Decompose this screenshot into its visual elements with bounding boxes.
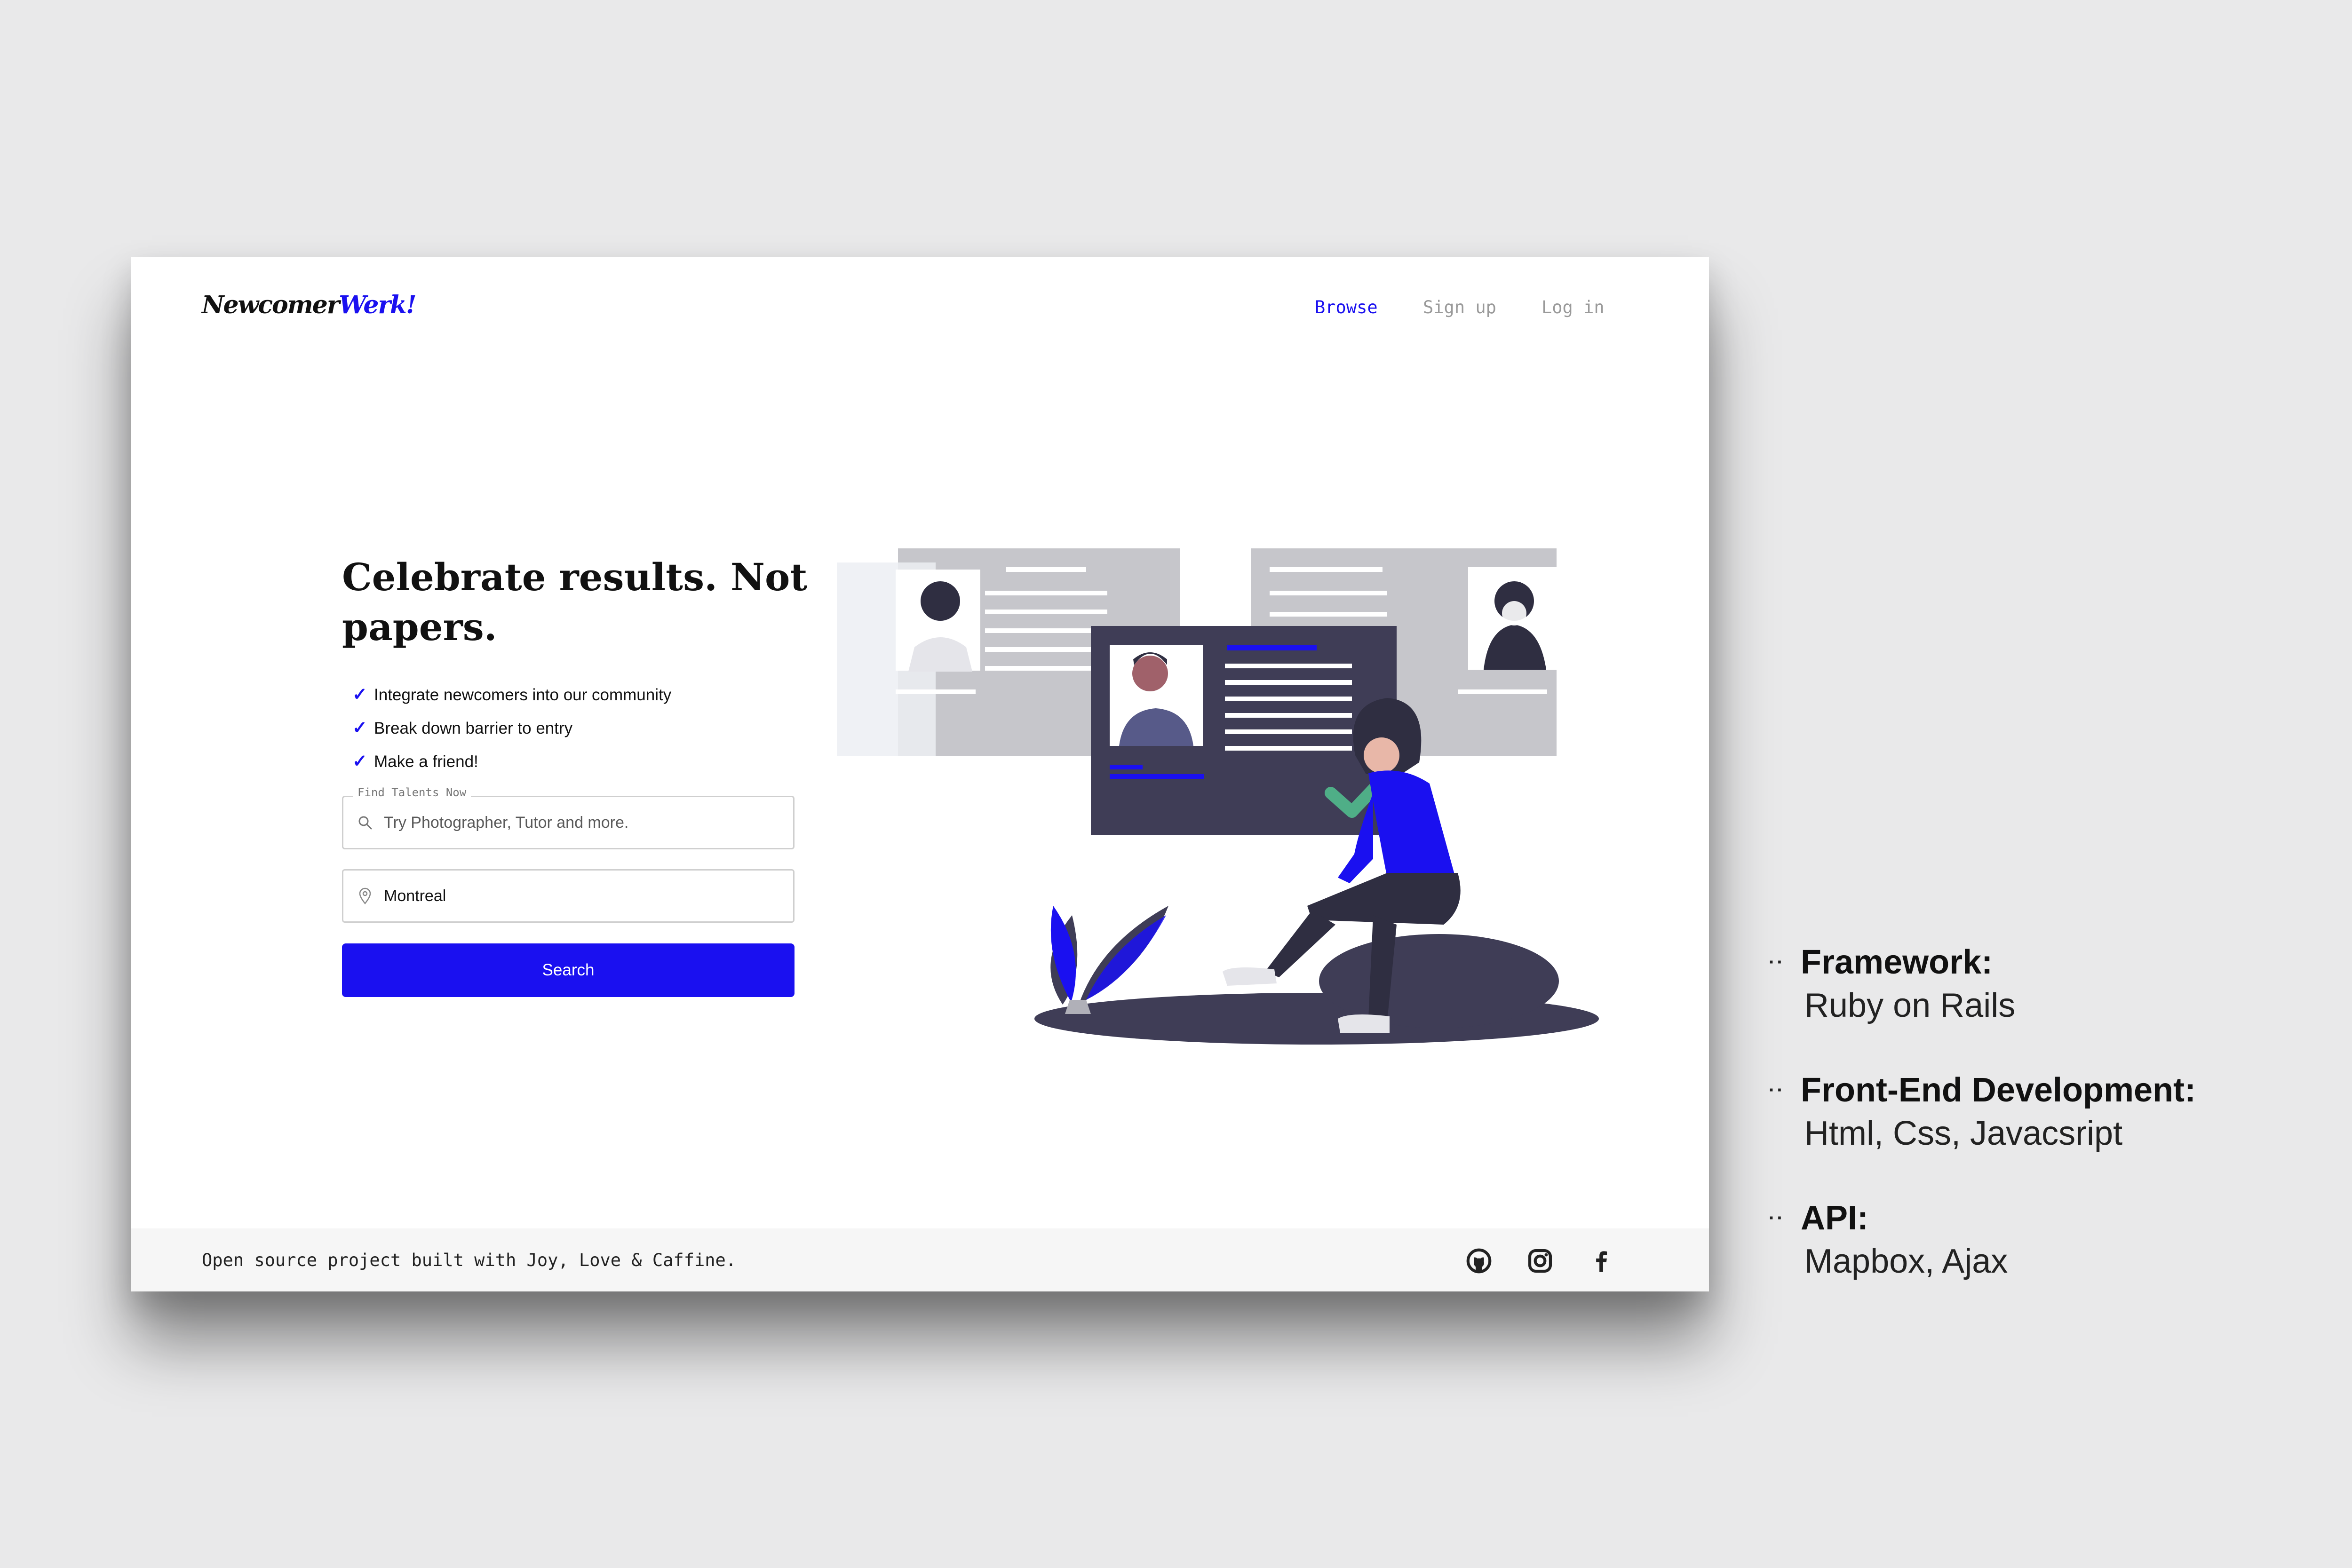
facebook-icon[interactable]: [1587, 1246, 1616, 1275]
note-value: Ruby on Rails: [1804, 987, 2016, 1024]
footer: Open source project built with Joy, Love…: [131, 1228, 1709, 1291]
feature-list: ✓ Integrate newcomers into our community …: [352, 678, 671, 778]
note-api: ·· API: Mapbox, Ajax: [1769, 1196, 2196, 1283]
note-value: Html, Css, Javacsript: [1804, 1115, 2123, 1152]
note-label: Front-End Development:: [1801, 1071, 2196, 1109]
profile-card-center: [1091, 626, 1398, 835]
beanbag: [1319, 934, 1559, 1028]
feature-item: ✓ Break down barrier to entry: [352, 712, 671, 745]
tech-notes: ·· Framework: Ruby on Rails ·· Front-End…: [1769, 941, 2196, 1324]
footer-text: Open source project built with Joy, Love…: [202, 1250, 737, 1270]
location-field: [342, 869, 795, 923]
nav-signup-link[interactable]: Sign up: [1423, 297, 1496, 317]
bullet-dots-icon: ··: [1769, 1208, 1785, 1228]
nav-login-link[interactable]: Log in: [1542, 297, 1605, 317]
feature-item: ✓ Make a friend!: [352, 745, 671, 778]
nav-browse-link[interactable]: Browse: [1315, 297, 1378, 317]
search-icon: [358, 816, 372, 830]
checkmark-icon: ✓: [352, 752, 367, 771]
hero-title: Celebrate results. Not papers.: [342, 555, 808, 649]
instagram-icon[interactable]: [1526, 1246, 1555, 1275]
talent-search-input[interactable]: [384, 797, 784, 848]
checkmark-icon: ✓: [352, 685, 367, 705]
note-value: Mapbox, Ajax: [1804, 1243, 2008, 1280]
main-nav: Browse Sign up Log in: [131, 297, 1709, 321]
bullet-dots-icon: ··: [1769, 1080, 1785, 1101]
note-framework: ·· Framework: Ruby on Rails: [1769, 941, 2196, 1027]
website-mockup: NewcomerWerk! Browse Sign up Log in Cele…: [131, 257, 1709, 1291]
feature-text: Integrate newcomers into our community: [374, 686, 672, 704]
note-front-end: ·· Front-End Development: Html, Css, Jav…: [1769, 1069, 2196, 1155]
note-label: API:: [1801, 1199, 1868, 1237]
location-pin-icon: [359, 887, 371, 905]
talent-search-field: Find Talents Now: [342, 786, 795, 849]
bullet-dots-icon: ··: [1769, 952, 1785, 973]
checkmark-icon: ✓: [352, 718, 367, 738]
search-button[interactable]: Search: [342, 943, 795, 997]
feature-text: Break down barrier to entry: [374, 719, 573, 737]
feature-text: Make a friend!: [374, 752, 478, 771]
github-icon[interactable]: [1464, 1246, 1494, 1275]
location-input[interactable]: [384, 871, 784, 921]
hero-illustration: [837, 548, 1599, 1045]
note-label: Framework:: [1801, 943, 1993, 981]
feature-item: ✓ Integrate newcomers into our community: [352, 678, 671, 712]
